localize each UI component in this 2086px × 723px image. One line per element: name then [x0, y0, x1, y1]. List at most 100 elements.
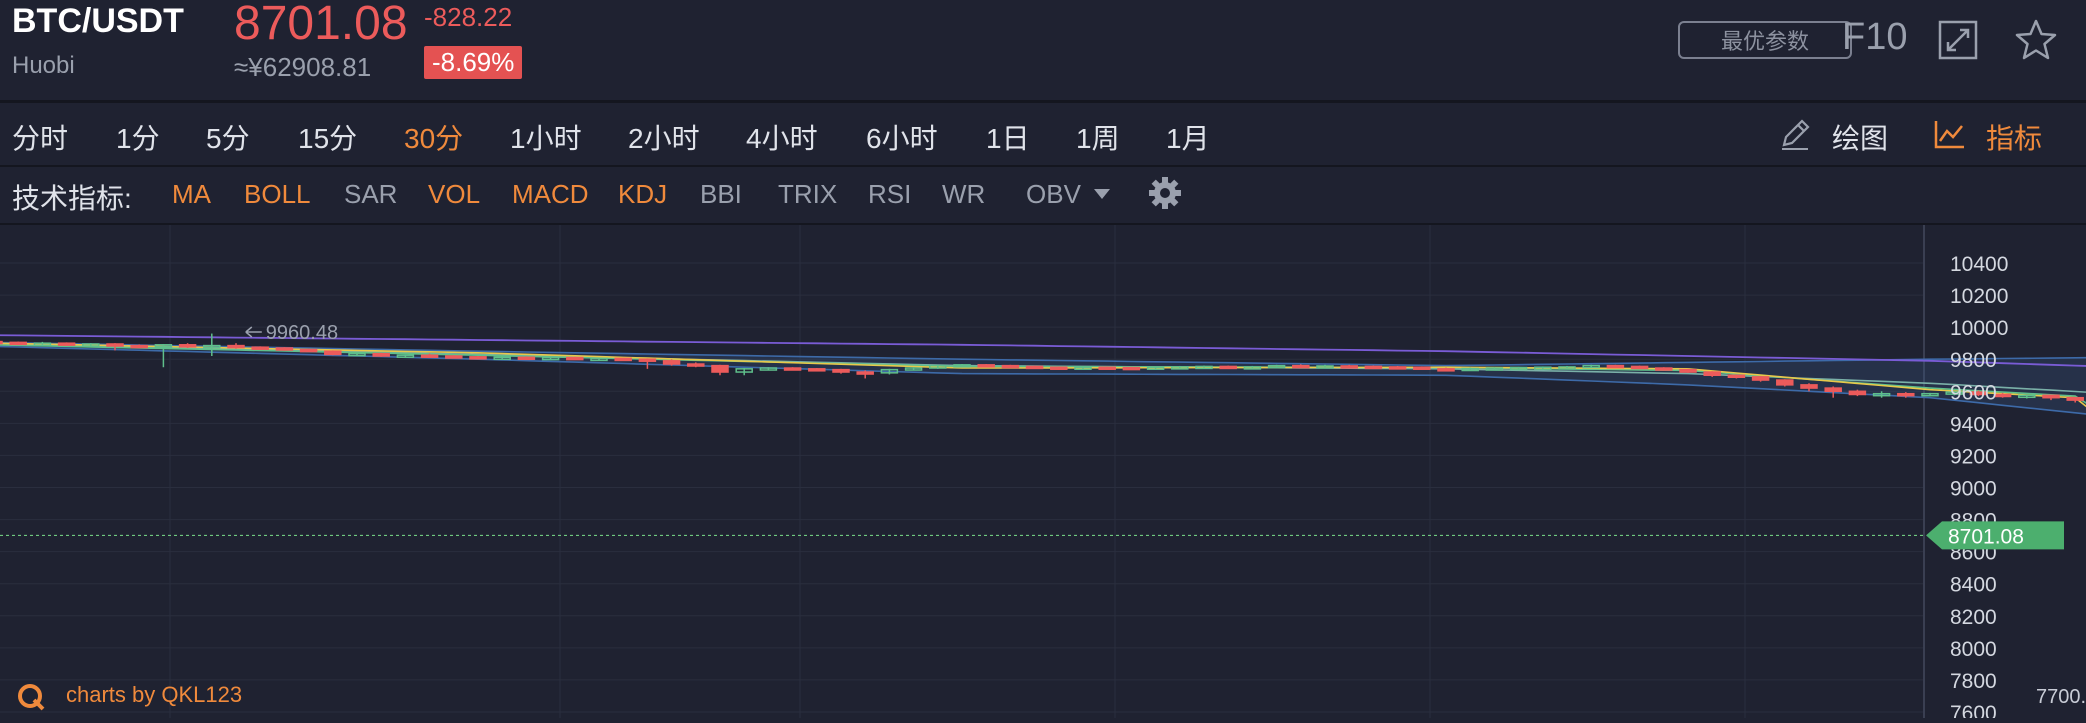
exchange-name: Huobi	[12, 52, 75, 79]
indicator-trix[interactable]: TRIX	[778, 179, 837, 210]
candle-body	[1848, 390, 1867, 396]
indicator-vol[interactable]: VOL	[428, 179, 480, 210]
y-tick-label: 7800	[1950, 670, 1997, 693]
indicator-title: 技术指标:	[12, 183, 132, 214]
tab-period[interactable]: 5分	[206, 117, 250, 157]
tab-period[interactable]: 1日	[986, 117, 1030, 157]
candle-body	[808, 368, 826, 372]
candle-body	[1776, 379, 1794, 386]
candle-body	[687, 363, 705, 367]
change-percent-badge: -8.69%	[424, 46, 523, 79]
pair-title: BTC/USDT	[12, 2, 184, 40]
candle-body	[178, 344, 197, 348]
candle-body	[1703, 371, 1721, 377]
y-tick-label: 8000	[1950, 638, 1997, 661]
candle-body	[711, 364, 729, 373]
qkl-logo-icon	[18, 684, 45, 711]
candle-body	[1025, 365, 1044, 370]
star-icon[interactable]	[2014, 18, 2058, 62]
indicator-sar[interactable]: SAR	[344, 179, 397, 210]
indicator-macd[interactable]: MACD	[512, 179, 589, 210]
best-params-button[interactable]: 最优参数	[1678, 21, 1852, 59]
pencil-icon	[1782, 119, 1810, 150]
candle-body	[783, 367, 802, 371]
last-price: 8701.08	[234, 0, 408, 50]
y-tick-label: 7600	[1950, 702, 1997, 718]
indicator-bbi[interactable]: BBI	[700, 179, 742, 210]
candle-body	[1219, 365, 1237, 370]
tab-period[interactable]: 1月	[1166, 117, 1210, 157]
candle-body	[1897, 392, 1915, 397]
indicator-wr[interactable]: WR	[942, 179, 985, 210]
y-tick-label: 10400	[1950, 253, 2008, 276]
y-tick-label: 9600	[1950, 381, 1997, 404]
candle-body	[566, 356, 584, 361]
candle-body	[251, 346, 269, 350]
candle-body	[517, 356, 536, 361]
tab-period[interactable]: 6小时	[866, 117, 938, 157]
period-tabs: 分时 1分 5分 15分 30分 1小时 2小时 4小时 6小时 1日 1周 1…	[0, 103, 2086, 167]
indicator-kdj[interactable]: KDJ	[618, 179, 667, 210]
candle-body	[614, 357, 632, 362]
expand-icon[interactable]	[1938, 20, 1978, 60]
f10-button[interactable]: F10	[1842, 16, 1907, 59]
indicator-obv[interactable]: OBV	[1026, 179, 1081, 210]
y-tick-label: 9200	[1950, 445, 1997, 468]
candle-body	[1993, 393, 2012, 398]
candle-body	[638, 358, 657, 362]
indicator-ma[interactable]: MA	[172, 179, 211, 210]
candle-body	[1098, 366, 1116, 370]
tab-period[interactable]: 15分	[298, 117, 357, 157]
y-tick-label: 10000	[1950, 317, 2008, 340]
candle-body	[1001, 364, 1020, 369]
high-label: 9960.48	[266, 322, 338, 344]
tab-period[interactable]: 2小时	[628, 117, 700, 157]
tab-period[interactable]: 1分	[116, 117, 160, 157]
candle-body	[1122, 366, 1141, 371]
tab-period-active[interactable]: 30分	[404, 117, 463, 157]
candle-body	[1606, 364, 1625, 369]
tab-period[interactable]: 1小时	[510, 117, 582, 157]
candle-body	[275, 347, 294, 351]
watermark-text: charts by QKL123	[66, 682, 243, 707]
candle-body	[1388, 366, 1407, 370]
candle-body	[227, 344, 245, 349]
candlestick-chart[interactable]: 10400 10200 10000 9800 9600 9400 9200 9000 8800 8…	[0, 225, 2086, 723]
candle-body	[1679, 368, 1697, 373]
candle-body	[9, 341, 27, 346]
last-price-tag-label: 8701.08	[1948, 525, 2024, 548]
candle-body	[445, 355, 463, 359]
candle-body	[106, 343, 124, 347]
candle-body	[856, 371, 874, 375]
candle-body	[420, 354, 439, 358]
candle-body	[372, 352, 390, 357]
candle-body	[1655, 367, 1673, 371]
y-tick-label: 8400	[1950, 574, 1997, 597]
candle-body	[57, 342, 76, 346]
tab-period[interactable]: 分时	[12, 117, 68, 157]
indicator-bar: 技术指标: MA BOLL SAR VOL MACD KDJ BBI TRIX …	[0, 167, 2086, 225]
candle-body	[1630, 365, 1649, 370]
indicator-boll[interactable]: BOLL	[244, 179, 311, 210]
candle-body	[130, 344, 148, 349]
gear-icon[interactable]	[1148, 176, 1182, 210]
tab-period[interactable]: 4小时	[746, 117, 818, 157]
y-tick-label: 9400	[1950, 413, 1997, 436]
y-tick-label: 9800	[1950, 349, 1997, 372]
candle-body	[2042, 394, 2060, 399]
indicator-rsi[interactable]: RSI	[868, 179, 911, 210]
candle-body	[1727, 374, 1746, 378]
chart-canvas[interactable]: 1040010200100009800960094009200900088008…	[0, 225, 2086, 723]
y-tick-label: 9000	[1950, 478, 1997, 501]
candle-body	[1050, 366, 1068, 370]
price-change: -828.22	[424, 2, 513, 32]
caret-down-icon[interactable]	[1094, 189, 1110, 199]
candle-body	[1824, 387, 1842, 393]
y-tick-label: 10200	[1950, 285, 2008, 308]
tab-period[interactable]: 1周	[1076, 117, 1120, 157]
candle-body	[2066, 396, 2084, 401]
boll-lower-line	[0, 345, 2086, 415]
cny-price: ≈¥62908.81	[234, 52, 372, 82]
candle-body	[0, 340, 3, 345]
candle-body	[977, 364, 995, 368]
